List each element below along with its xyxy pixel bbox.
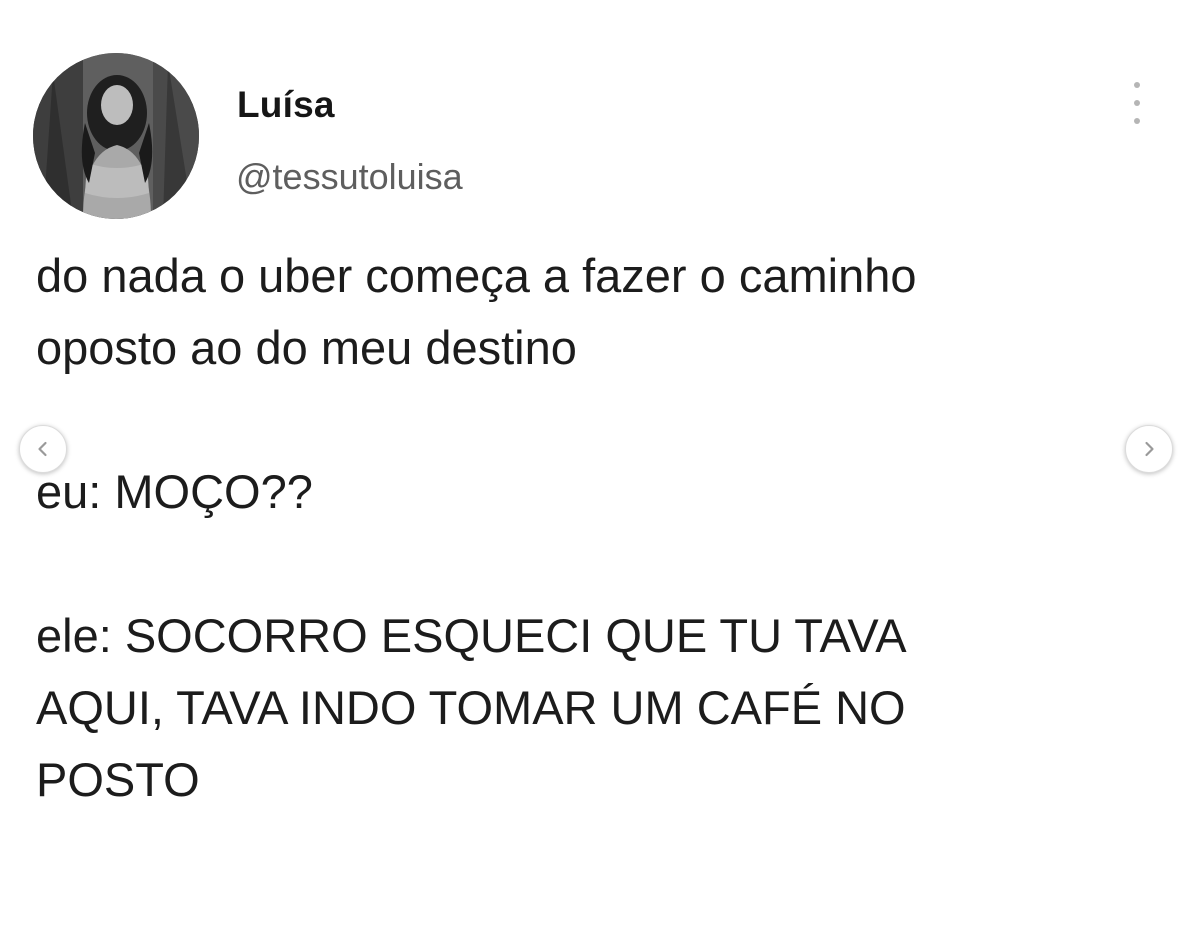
tweet-text-line: oposto ao do meu destino [36, 321, 577, 374]
more-dot [1134, 100, 1140, 106]
tweet-text: do nada o uber começa a fazer o caminho … [36, 240, 1116, 816]
tweet-card: Luísa @tessutoluisa do nada o uber começ… [0, 0, 1184, 927]
avatar-photo [33, 53, 199, 219]
carousel-next-button[interactable] [1125, 425, 1173, 473]
chevron-left-icon [38, 441, 47, 457]
carousel-prev-button[interactable] [19, 425, 67, 473]
author-handle[interactable]: @tessutoluisa [236, 156, 463, 198]
tweet-text-line: ele: SOCORRO ESQUECI QUE TU TAVA [36, 609, 907, 662]
tweet-text-line: eu: MOÇO?? [36, 465, 313, 518]
chevron-right-icon [1145, 441, 1154, 457]
avatar[interactable] [33, 53, 199, 219]
more-vertical-icon[interactable] [1124, 82, 1150, 124]
tweet-text-line: AQUI, TAVA INDO TOMAR UM CAFÉ NO [36, 681, 906, 734]
author-display-name[interactable]: Luísa [237, 84, 335, 126]
tweet-text-line: do nada o uber começa a fazer o caminho [36, 249, 917, 302]
more-dot [1134, 82, 1140, 88]
more-dot [1134, 118, 1140, 124]
tweet-text-line: POSTO [36, 753, 200, 806]
